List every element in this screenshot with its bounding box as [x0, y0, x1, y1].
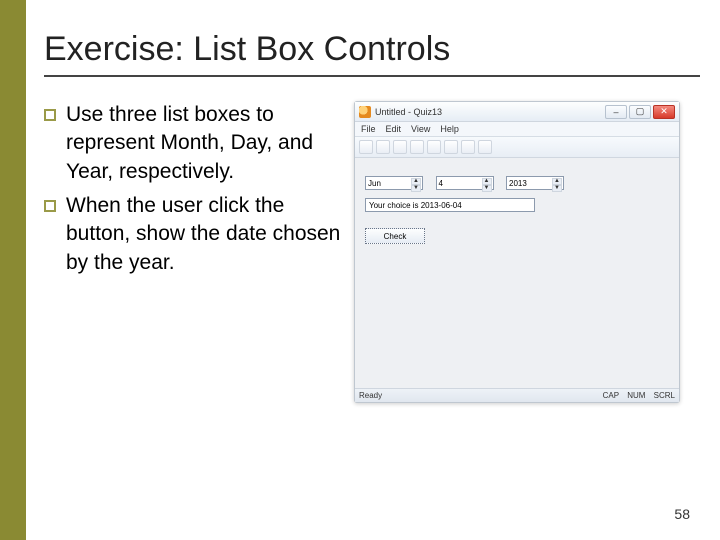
app-window: Untitled - Quiz13 – ▢ ✕ File Edit View H…: [354, 101, 680, 403]
bullet-marker-icon: [44, 109, 56, 121]
month-value: Jun: [368, 179, 381, 188]
slide: Exercise: List Box Controls Use three li…: [0, 0, 720, 540]
bullet-text: When the user click the button, show the…: [66, 192, 344, 277]
toolbar-paste-icon[interactable]: [444, 140, 458, 154]
titlebar: Untitled - Quiz13 – ▢ ✕: [355, 102, 679, 122]
menu-edit[interactable]: Edit: [386, 124, 402, 134]
toolbar-copy-icon[interactable]: [427, 140, 441, 154]
maximize-button[interactable]: ▢: [629, 105, 651, 119]
toolbar-help-icon[interactable]: [478, 140, 492, 154]
month-listbox[interactable]: Jun ▲▼: [365, 176, 423, 190]
day-value: 4: [439, 179, 443, 188]
menubar: File Edit View Help: [355, 122, 679, 137]
slide-body: Use three list boxes to represent Month,…: [44, 101, 700, 283]
menu-view[interactable]: View: [411, 124, 430, 134]
spinner-icon[interactable]: ▲▼: [482, 178, 492, 188]
list-item: When the user click the button, show the…: [44, 192, 344, 277]
day-listbox[interactable]: 4 ▲▼: [436, 176, 494, 190]
list-item: Use three list boxes to represent Month,…: [44, 101, 344, 186]
status-num: NUM: [627, 391, 645, 400]
toolbar-open-icon[interactable]: [376, 140, 390, 154]
statusbar: Ready CAP NUM SCRL: [355, 388, 679, 402]
page-title: Exercise: List Box Controls: [44, 30, 700, 77]
toolbar-new-icon[interactable]: [359, 140, 373, 154]
menu-file[interactable]: File: [361, 124, 376, 134]
check-button[interactable]: Check: [365, 228, 425, 244]
client-area: Jun ▲▼ 4 ▲▼ 2013 ▲▼ Your choice: [355, 158, 679, 388]
output-text: Your choice is 2013-06-04: [365, 198, 535, 212]
page-number: 58: [674, 506, 690, 522]
menu-help[interactable]: Help: [440, 124, 459, 134]
toolbar-print-icon[interactable]: [461, 140, 475, 154]
status-cap: CAP: [603, 391, 619, 400]
status-left: Ready: [359, 391, 597, 400]
status-right: CAP NUM SCRL: [597, 391, 675, 400]
status-scrl: SCRL: [654, 391, 675, 400]
spinner-icon[interactable]: ▲▼: [411, 178, 421, 188]
year-listbox[interactable]: 2013 ▲▼: [506, 176, 564, 190]
bullet-text: Use three list boxes to represent Month,…: [66, 101, 344, 186]
year-value: 2013: [509, 179, 527, 188]
output-row: Your choice is 2013-06-04: [365, 198, 669, 212]
toolbar-save-icon[interactable]: [393, 140, 407, 154]
bullet-marker-icon: [44, 200, 56, 212]
button-row: Check: [365, 220, 669, 244]
bullet-list: Use three list boxes to represent Month,…: [44, 101, 344, 283]
window-buttons: – ▢ ✕: [605, 105, 675, 119]
window-title: Untitled - Quiz13: [375, 107, 605, 117]
spinner-icon[interactable]: ▲▼: [552, 178, 562, 188]
embedded-screenshot: Untitled - Quiz13 – ▢ ✕ File Edit View H…: [354, 101, 700, 283]
close-button[interactable]: ✕: [653, 105, 675, 119]
listbox-row: Jun ▲▼ 4 ▲▼ 2013 ▲▼: [365, 176, 669, 190]
toolbar: [355, 137, 679, 158]
app-icon: [359, 106, 371, 118]
toolbar-cut-icon[interactable]: [410, 140, 424, 154]
minimize-button[interactable]: –: [605, 105, 627, 119]
